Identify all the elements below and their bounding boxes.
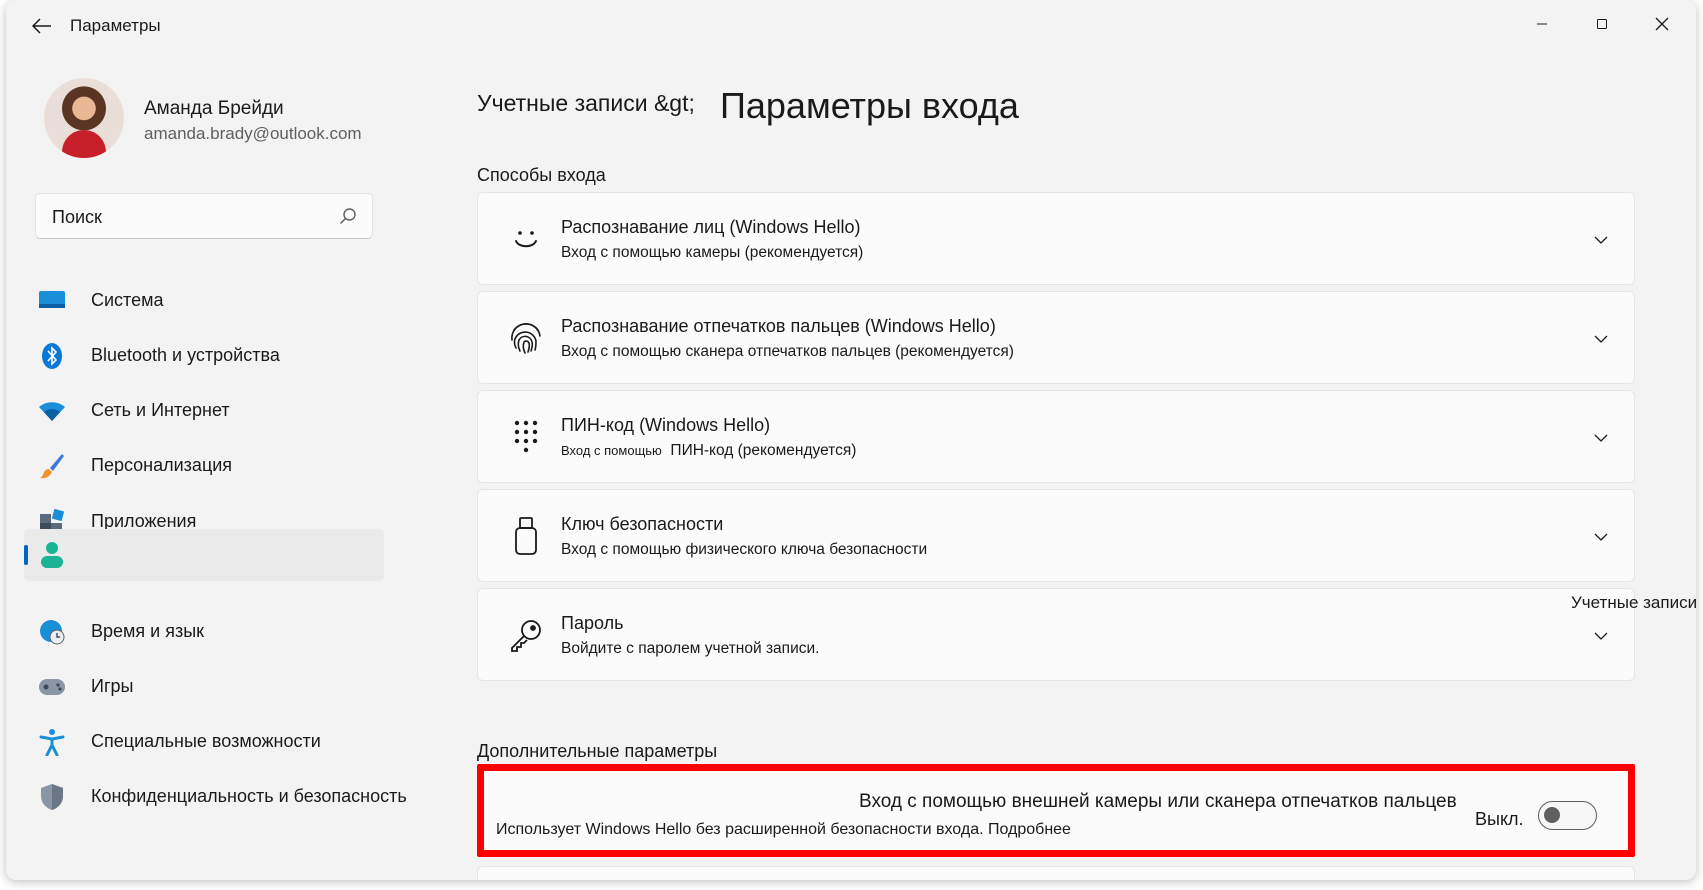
maximize-icon — [1597, 19, 1607, 29]
search-box[interactable] — [35, 193, 373, 239]
card-title: ПИН-код (Windows Hello) — [561, 415, 771, 435]
next-card-edge — [477, 866, 1635, 880]
fingerprint-icon — [508, 320, 544, 356]
close-icon — [1655, 17, 1669, 31]
external-camera-setting: Вход с помощью внешней камеры или сканер… — [477, 764, 1635, 857]
card-subtitle: Вход с помощью ПИН-код (рекомендуется) — [561, 442, 856, 460]
sidebar-item-bluetooth[interactable]: Bluetooth и устройства — [24, 330, 384, 382]
avatar — [44, 78, 124, 158]
setting-title: Вход с помощью внешней камеры или сканер… — [859, 791, 1457, 812]
card-subtitle: Вход с помощью физического ключа безопас… — [561, 541, 928, 558]
minimize-icon — [1537, 23, 1547, 25]
sidebar-item-label: Специальные возможности — [91, 731, 321, 751]
sidebar-item-privacy[interactable]: Конфиденциальность и безопасность — [24, 771, 407, 823]
bluetooth-icon — [38, 342, 66, 370]
keypad-icon — [508, 419, 544, 455]
sidebar-item-label: Игры — [91, 676, 134, 696]
chevron-down-icon[interactable] — [1592, 528, 1610, 546]
section-title-additional: Дополнительные параметры — [477, 741, 718, 761]
sidebar-item-label: Bluetooth и устройства — [91, 345, 280, 365]
card-title: Распознавание отпечатков пальцев (Window… — [561, 316, 996, 336]
selection-indicator — [24, 545, 28, 565]
sidebar-item-personalization[interactable]: Персонализация — [24, 440, 384, 492]
profile-name: Аманда Брейди — [144, 98, 284, 119]
sidebar-item-label: Время и язык — [91, 621, 205, 641]
settings-window: Параметры Аманда Брейди amanda.brady@out… — [6, 0, 1696, 880]
external-camera-toggle[interactable] — [1538, 801, 1597, 830]
minimize-button[interactable] — [1516, 8, 1568, 40]
maximize-button[interactable] — [1576, 8, 1628, 40]
wifi-icon — [38, 397, 66, 425]
profile-email: amanda.brady@outlook.com — [144, 124, 362, 143]
card-title: Распознавание лиц (Windows Hello) — [561, 217, 861, 237]
sign-in-option-password[interactable]: Пароль Войдите с паролем учетной записи. — [477, 588, 1635, 681]
sign-in-option-face[interactable]: Распознавание лиц (Windows Hello) Вход с… — [477, 192, 1635, 285]
page-title: Параметры входа — [720, 85, 1019, 126]
sign-in-option-security-key[interactable]: Ключ безопасности Вход с помощью физичес… — [477, 489, 1635, 582]
sidebar-item-accounts[interactable] — [24, 529, 384, 581]
chevron-down-icon[interactable] — [1592, 627, 1610, 645]
sign-in-option-pin[interactable]: ПИН-код (Windows Hello) Вход с помощью П… — [477, 390, 1635, 483]
monitor-icon — [38, 287, 66, 315]
chevron-down-icon[interactable] — [1592, 231, 1610, 249]
section-title-sign-in-options: Способы входа — [477, 165, 606, 185]
face-icon — [508, 221, 544, 257]
toggle-state-label: Выкл. — [1475, 809, 1524, 829]
sidebar-item-accessibility[interactable]: Специальные возможности — [24, 716, 384, 768]
card-subtitle: Вход с помощью сканера отпечатков пальце… — [561, 343, 1014, 360]
back-button[interactable] — [22, 10, 62, 42]
app-title: Параметры — [70, 16, 161, 35]
clock-globe-icon — [38, 618, 66, 646]
card-subtitle-suffix: ПИН-код (рекомендуется) — [670, 442, 857, 459]
usb-key-icon — [508, 517, 544, 555]
search-icon[interactable] — [339, 207, 357, 225]
sidebar-item-gaming[interactable]: Игры — [24, 661, 384, 713]
card-title: Пароль — [561, 613, 624, 633]
back-arrow-icon — [32, 18, 51, 34]
sidebar-item-label: Персонализация — [91, 455, 233, 475]
sidebar-item-time-language[interactable]: Время и язык — [24, 606, 384, 658]
overflow-accounts-label: Учетные записи — [1571, 593, 1696, 612]
sidebar-item-network[interactable]: Сеть и Интернет — [24, 385, 384, 437]
breadcrumb-parent[interactable]: Учетные записи &gt; — [477, 90, 695, 117]
card-subtitle-prefix: Вход с помощью — [561, 443, 662, 458]
sidebar-item-system[interactable]: Система — [24, 275, 384, 327]
card-subtitle: Войдите с паролем учетной записи. — [561, 640, 820, 657]
title-bar: Параметры — [6, 0, 1696, 50]
chevron-down-icon[interactable] — [1592, 429, 1610, 447]
sidebar-item-label: Система — [91, 290, 164, 310]
search-input[interactable] — [52, 205, 322, 229]
sidebar-item-label: Сеть и Интернет — [91, 400, 230, 420]
sidebar-item-label: Конфиденциальность и безопасность — [91, 786, 407, 806]
setting-description: Использует Windows Hello без расширенной… — [496, 821, 1071, 838]
card-title: Ключ безопасности — [561, 514, 724, 534]
close-button[interactable] — [1636, 8, 1688, 40]
sign-in-option-fingerprint[interactable]: Распознавание отпечатков пальцев (Window… — [477, 291, 1635, 384]
accessibility-icon — [38, 728, 66, 756]
card-subtitle: Вход с помощью камеры (рекомендуется) — [561, 244, 864, 261]
key-icon — [508, 617, 544, 653]
gamepad-icon — [38, 673, 66, 701]
shield-icon — [38, 783, 66, 811]
brush-icon — [38, 452, 66, 480]
person-icon — [38, 541, 66, 569]
chevron-down-icon[interactable] — [1592, 330, 1610, 348]
